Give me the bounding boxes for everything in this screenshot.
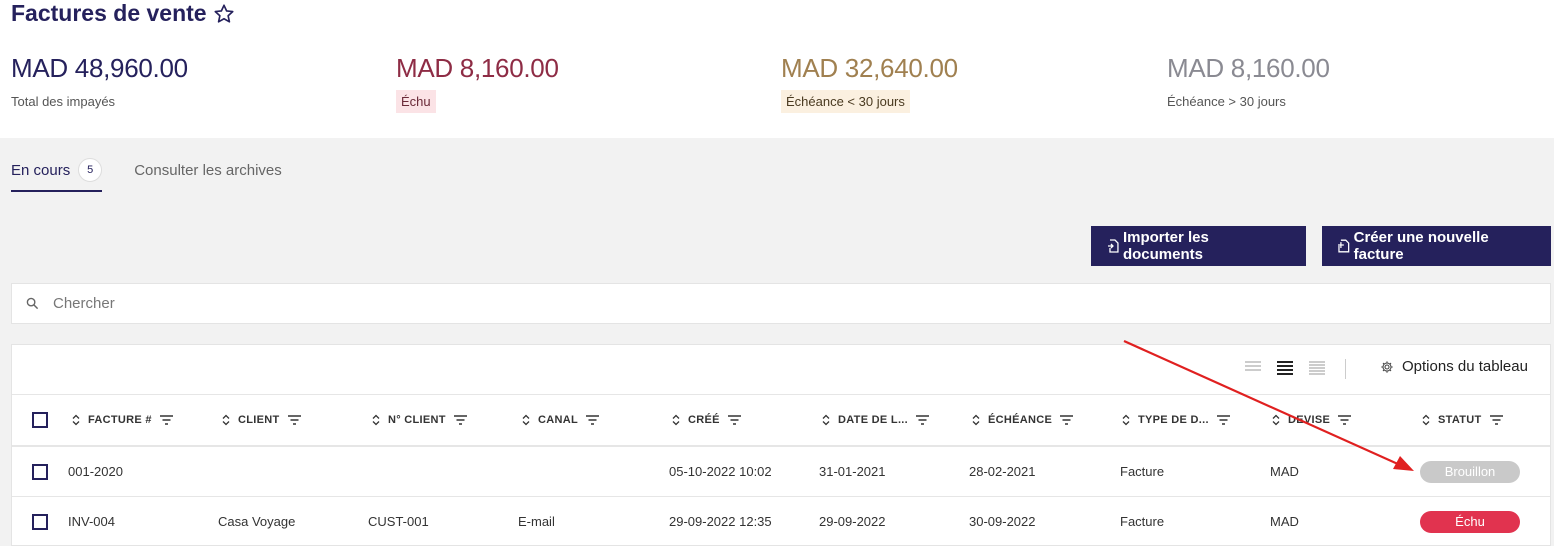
column-header-type-document[interactable]: TYPE DE D... xyxy=(1122,395,1230,445)
kpi-total-unpaid: MAD 48,960.00 Total des impayés xyxy=(11,52,188,113)
kpi-amount: MAD 32,640.00 xyxy=(781,53,958,83)
filter-icon[interactable] xyxy=(916,415,930,425)
search-icon xyxy=(26,297,39,310)
kpi-due-under-30: MAD 32,640.00 Échéance < 30 jours xyxy=(781,52,958,113)
cell-date-livraison: 31-01-2021 xyxy=(819,464,886,479)
cell-echeance: 28-02-2021 xyxy=(969,464,1036,479)
sort-icon[interactable] xyxy=(372,414,380,426)
kpi-label: Échéance > 30 jours xyxy=(1167,94,1286,109)
cell-devise: MAD xyxy=(1270,514,1299,529)
page-title: Factures de vente xyxy=(11,0,235,27)
kpi-label: Échéance < 30 jours xyxy=(781,90,910,113)
sort-icon[interactable] xyxy=(222,414,230,426)
density-comfortable-icon[interactable] xyxy=(1309,361,1325,375)
filter-icon[interactable] xyxy=(453,415,467,425)
column-header-devise[interactable]: DEVISE xyxy=(1272,395,1352,445)
cell-devise: MAD xyxy=(1270,464,1299,479)
filter-icon[interactable] xyxy=(159,415,173,425)
table-row[interactable]: 001-2020 05-10-2022 10:02 31-01-2021 28-… xyxy=(12,447,1550,497)
tab-en-cours[interactable]: En cours 5 xyxy=(11,158,103,192)
cell-statut: Brouillon xyxy=(1420,447,1520,496)
search-bar xyxy=(11,283,1551,324)
invoices-table: Options du tableau FACTURE # CLIENT N° C… xyxy=(11,344,1551,546)
import-icon xyxy=(1107,239,1119,253)
filter-icon[interactable] xyxy=(287,415,301,425)
count-badge: 5 xyxy=(78,158,103,182)
table-header-row: FACTURE # CLIENT N° CLIENT CANAL CRÉÉ DA… xyxy=(12,395,1550,447)
import-documents-button[interactable]: Importer les documents xyxy=(1091,226,1306,266)
filter-icon[interactable] xyxy=(1216,415,1230,425)
column-header-echeance[interactable]: ÉCHÉANCE xyxy=(972,395,1074,445)
sort-icon[interactable] xyxy=(72,414,80,426)
column-header-date-livraison[interactable]: DATE DE L... xyxy=(822,395,930,445)
kpi-label: Total des impayés xyxy=(11,94,116,109)
star-icon[interactable] xyxy=(213,3,235,25)
kpi-due-over-30: MAD 8,160.00 Échéance > 30 jours xyxy=(1167,52,1330,113)
cell-type: Facture xyxy=(1120,464,1165,479)
tab-archives[interactable]: Consulter les archives xyxy=(134,162,282,189)
sort-icon[interactable] xyxy=(672,414,680,426)
kpi-overdue: MAD 8,160.00 Échu xyxy=(396,52,559,113)
row-checkbox[interactable] xyxy=(32,447,48,496)
filter-icon[interactable] xyxy=(1489,415,1503,425)
row-checkbox[interactable] xyxy=(32,497,48,546)
tab-bar: En cours 5 Consulter les archives xyxy=(11,158,282,192)
cell-echeance: 30-09-2022 xyxy=(969,514,1036,529)
cell-canal: E-mail xyxy=(518,514,555,529)
sort-icon[interactable] xyxy=(1272,414,1280,426)
new-document-icon xyxy=(1338,239,1350,253)
cell-date-livraison: 29-09-2022 xyxy=(819,514,886,529)
cell-facture[interactable]: 001-2020 xyxy=(68,447,123,496)
table-options-button[interactable]: Options du tableau xyxy=(1380,358,1528,375)
kpi-amount: MAD 8,160.00 xyxy=(1167,53,1330,83)
sort-icon[interactable] xyxy=(822,414,830,426)
density-compact-icon[interactable] xyxy=(1245,361,1261,371)
sort-icon[interactable] xyxy=(1122,414,1130,426)
cell-statut: Échu xyxy=(1420,497,1520,546)
select-all-checkbox[interactable] xyxy=(32,395,48,445)
sort-icon[interactable] xyxy=(522,414,530,426)
cell-cree: 05-10-2022 10:02 xyxy=(669,464,772,479)
kpi-amount: MAD 8,160.00 xyxy=(396,53,559,83)
kpi-amount: MAD 48,960.00 xyxy=(11,53,188,83)
toolbar-divider xyxy=(1345,359,1346,379)
table-toolbar: Options du tableau xyxy=(12,345,1550,395)
column-header-canal[interactable]: CANAL xyxy=(522,395,599,445)
density-standard-icon[interactable] xyxy=(1277,361,1293,375)
create-invoice-button[interactable]: Créer une nouvelle facture xyxy=(1322,226,1551,266)
column-header-cree[interactable]: CRÉÉ xyxy=(672,395,741,445)
column-header-statut[interactable]: STATUT xyxy=(1422,395,1503,445)
column-header-n-client[interactable]: N° CLIENT xyxy=(372,395,467,445)
status-badge: Échu xyxy=(1420,510,1520,533)
kpi-label: Échu xyxy=(396,90,436,113)
filter-icon[interactable] xyxy=(1060,415,1074,425)
filter-icon[interactable] xyxy=(1338,415,1352,425)
column-header-client[interactable]: CLIENT xyxy=(222,395,301,445)
cell-client: Casa Voyage xyxy=(218,514,296,529)
status-badge: Brouillon xyxy=(1420,460,1520,483)
sort-icon[interactable] xyxy=(972,414,980,426)
cell-facture[interactable]: INV-004 xyxy=(68,497,115,546)
cell-n-client: CUST-001 xyxy=(368,514,429,529)
search-input[interactable] xyxy=(53,295,653,312)
column-header-facture[interactable]: FACTURE # xyxy=(72,395,173,445)
cell-cree: 29-09-2022 12:35 xyxy=(669,514,772,529)
sort-icon[interactable] xyxy=(1422,414,1430,426)
header-panel: Factures de vente MAD 48,960.00 Total de… xyxy=(0,0,1554,138)
gear-icon xyxy=(1381,360,1393,373)
table-row[interactable]: INV-004 Casa Voyage CUST-001 E-mail 29-0… xyxy=(12,497,1550,546)
cell-type: Facture xyxy=(1120,514,1165,529)
filter-icon[interactable] xyxy=(586,415,599,425)
filter-icon[interactable] xyxy=(727,415,741,425)
